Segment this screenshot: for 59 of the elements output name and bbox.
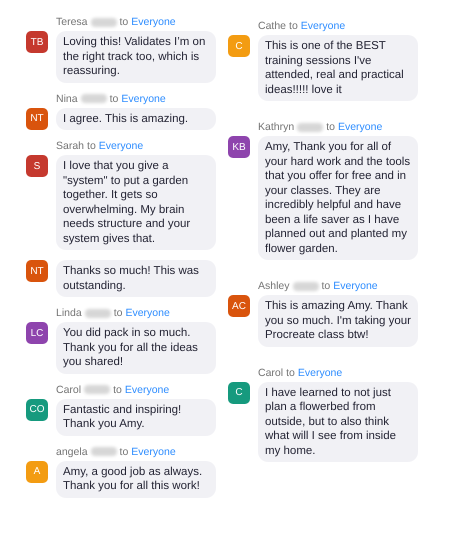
to-label: to: [322, 280, 330, 292]
message-bubble: Thanks so much! This was outstanding.: [56, 260, 216, 297]
avatar: LC: [26, 322, 48, 344]
sender-name: Ashley: [258, 280, 290, 292]
to-label: to: [114, 307, 122, 319]
sender-name: Carol: [56, 384, 82, 396]
avatar: NT: [26, 108, 48, 130]
recipient-link[interactable]: Everyone: [124, 384, 170, 396]
blurred-name: [80, 94, 107, 103]
sender-name: Nina: [56, 92, 78, 104]
message-bubble: Loving this! Validates I’m on the right track too, which is reassuring.: [56, 31, 216, 82]
message-bubble: This is one of the BEST training sessions I've attended, real and practical ideas!!!!! love it: [258, 35, 418, 101]
message-bubble: I love that you give a "system" to put a garden together. It gets so overwhelming. My brain needs structure and your system gives that.: [56, 155, 216, 250]
sender-name: angela: [56, 446, 88, 458]
sender-name: Cathe: [258, 20, 286, 32]
to-label: to: [286, 366, 295, 378]
recipient-link[interactable]: Everyone: [333, 280, 378, 292]
recipient-link[interactable]: Everyone: [98, 140, 144, 152]
blurred-name: [90, 18, 117, 26]
avatar: KB: [228, 136, 250, 158]
sender-name: Teresa: [56, 16, 88, 28]
avatar: C: [228, 35, 250, 57]
to-label: to: [87, 140, 96, 152]
blurred-name: [84, 308, 111, 318]
avatar: NT: [26, 260, 48, 282]
blurred-name: [90, 447, 117, 456]
avatar: A: [26, 460, 48, 482]
recipient-link[interactable]: Everyone: [131, 16, 176, 28]
avatar: CO: [26, 398, 48, 420]
message-bubble: You did pack in so much. Thank you for all the ideas you shared!: [56, 322, 216, 374]
to-label: to: [289, 20, 298, 32]
sender-name: Linda: [56, 307, 82, 319]
message-bubble: Amy, a good job as always. Thank you for all this work!: [56, 460, 216, 498]
recipient-link[interactable]: Everyone: [121, 92, 166, 104]
recipient-link[interactable]: Everyone: [131, 446, 176, 458]
sender-name: Kathryn: [258, 121, 294, 133]
avatar: AC: [228, 295, 250, 317]
to-label: to: [120, 16, 128, 28]
to-label: to: [110, 92, 118, 104]
recipient-link[interactable]: Everyone: [125, 307, 170, 319]
to-label: to: [113, 384, 122, 396]
to-label: to: [120, 446, 128, 458]
sender-name: Sarah: [56, 140, 84, 152]
message-bubble: Fantastic and inspiring! Thank you Amy.: [56, 398, 216, 436]
message-bubble: I agree. This is amazing.: [56, 108, 216, 130]
recipient-link[interactable]: Everyone: [338, 121, 382, 133]
message-bubble: This is amazing Amy. Thank you so much. I'm taking your Procreate class btw!: [258, 295, 418, 346]
blurred-name: [84, 385, 110, 394]
blurred-name: [297, 122, 324, 132]
message-bubble: I have learned to not just plan a flowerbed from outside, but to also think what will I see from inside my home.: [258, 382, 418, 462]
to-label: to: [326, 121, 335, 133]
message-bubble: Amy, Thank you for all of your hard work and the tools that you offer for free and in your classes. They are incredibly helpful and have been a life saver as I have planned out and planted my flower garden.: [258, 136, 418, 260]
blurred-name: [292, 282, 319, 290]
sender-name: Carol: [258, 366, 284, 378]
avatar: TB: [26, 31, 48, 53]
recipient-link[interactable]: Everyone: [298, 366, 342, 378]
recipient-link[interactable]: Everyone: [300, 20, 346, 32]
avatar: C: [228, 382, 250, 404]
avatar: S: [26, 155, 48, 177]
